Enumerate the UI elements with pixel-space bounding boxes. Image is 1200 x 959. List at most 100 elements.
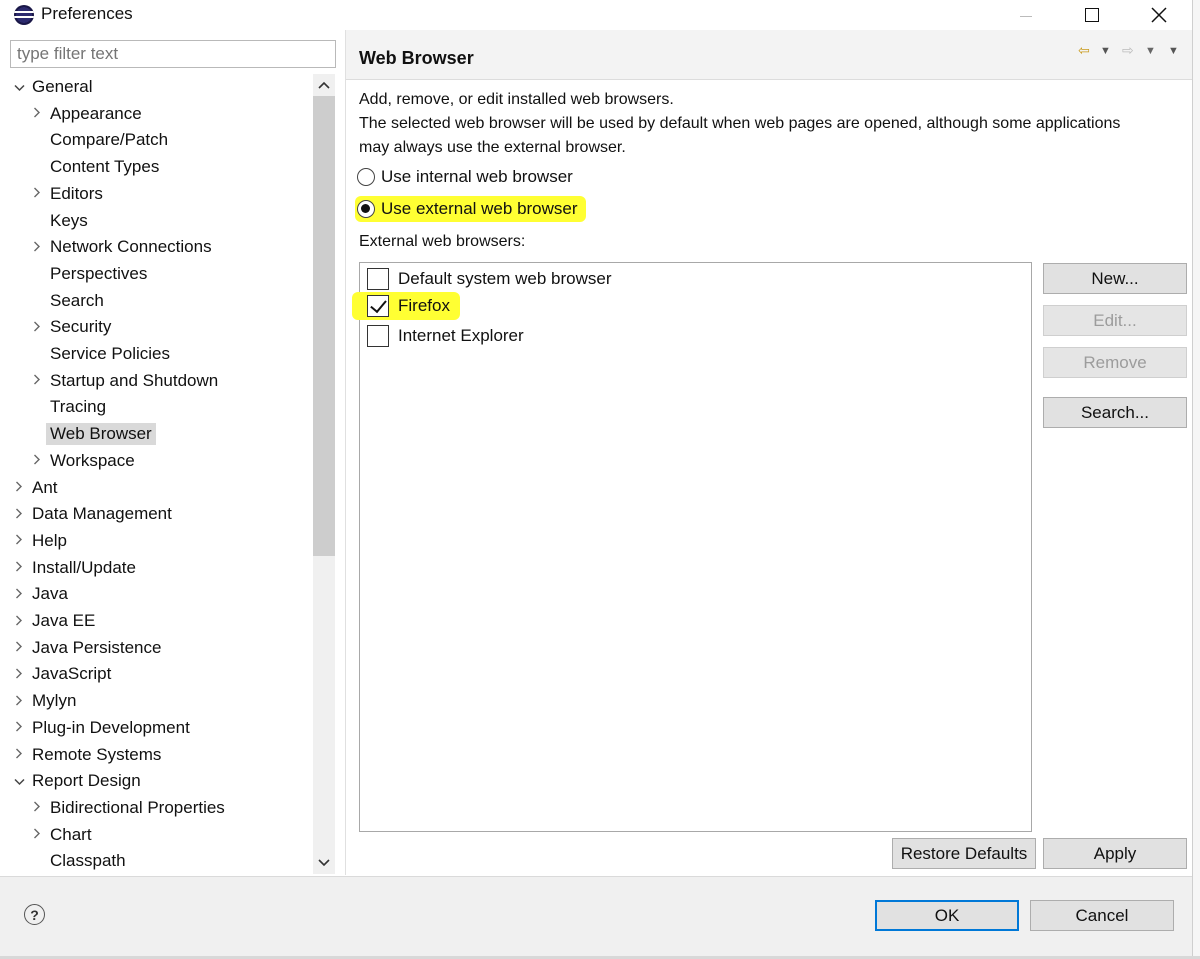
description-line: The selected web browser will be used by…	[359, 115, 1121, 132]
chevron-right-icon[interactable]	[10, 747, 28, 762]
tree-item[interactable]: Web Browser	[28, 421, 156, 447]
tree-item[interactable]: Plug-in Development	[10, 715, 194, 741]
tree-item[interactable]: Data Management	[10, 501, 176, 527]
tree-item-label: Install/Update	[32, 557, 136, 577]
chevron-right-icon[interactable]	[10, 587, 28, 602]
view-menu-chevron-down-icon[interactable]: ▼	[1168, 45, 1179, 57]
window-edge	[1192, 0, 1200, 959]
tree-item[interactable]: Perspectives	[28, 261, 151, 287]
tree-item[interactable]: Workspace	[28, 448, 139, 474]
checkbox-icon[interactable]	[367, 268, 389, 290]
browser-label: Internet Explorer	[398, 326, 524, 345]
browser-row-internet-explorer[interactable]: Internet Explorer	[360, 322, 524, 350]
restore-defaults-button[interactable]: Restore Defaults	[892, 838, 1036, 869]
chevron-right-icon[interactable]	[10, 480, 28, 495]
use-external-browser-radio[interactable]: Use external web browser	[355, 196, 586, 222]
minimize-button[interactable]	[1003, 0, 1049, 30]
tree-item[interactable]: Install/Update	[10, 555, 140, 581]
tree-item[interactable]: Report Design	[10, 768, 145, 794]
chevron-right-icon[interactable]	[28, 453, 46, 468]
tree-item[interactable]: Editors	[28, 181, 107, 207]
filter-input[interactable]	[10, 40, 336, 68]
page-description: Add, remove, or edit installed web brows…	[359, 88, 1179, 160]
chevron-right-icon[interactable]	[10, 560, 28, 575]
tree-item[interactable]: Java Persistence	[10, 635, 165, 661]
apply-button[interactable]: Apply	[1043, 838, 1187, 869]
help-icon[interactable]: ?	[24, 904, 45, 925]
chevron-right-icon[interactable]	[10, 720, 28, 735]
tree-item-label: Security	[50, 317, 112, 337]
browser-row-default-system[interactable]: Default system web browser	[360, 265, 612, 293]
tree-item-label: Web Browser	[46, 423, 156, 446]
scroll-down-icon[interactable]	[313, 852, 335, 874]
tree-item[interactable]: Java EE	[10, 608, 99, 634]
use-external-browser-label: Use external web browser	[381, 199, 578, 218]
tree-item-label: Report Design	[32, 771, 141, 791]
tree-item[interactable]: Ant	[10, 475, 62, 501]
tree-item[interactable]: Chart	[28, 822, 96, 848]
maximize-button[interactable]	[1069, 0, 1115, 30]
ok-button[interactable]: OK	[875, 900, 1019, 931]
tree-item-label: Plug-in Development	[32, 717, 190, 737]
tree-item[interactable]: Service Policies	[28, 341, 174, 367]
forward-arrow-icon[interactable]: ⇨	[1122, 42, 1134, 59]
tree-item[interactable]: Keys	[28, 208, 92, 234]
tree-item[interactable]: Classpath	[28, 848, 130, 874]
chevron-right-icon[interactable]	[28, 320, 46, 335]
tree-item-label: Chart	[50, 824, 92, 844]
tree-item[interactable]: Help	[10, 528, 71, 554]
back-arrow-icon[interactable]: ⇦	[1078, 42, 1090, 59]
tree-item[interactable]: Mylyn	[10, 688, 80, 714]
chevron-right-icon[interactable]	[10, 640, 28, 655]
tree-item[interactable]: Security	[28, 314, 115, 340]
use-internal-browser-radio[interactable]: Use internal web browser	[357, 164, 573, 190]
tree-item[interactable]: Search	[28, 288, 108, 314]
checkbox-checked-icon[interactable]	[367, 295, 389, 317]
tree-item[interactable]: Startup and Shutdown	[28, 368, 222, 394]
close-icon	[1151, 7, 1167, 23]
page-navigation: ⇦ ▼ ⇨ ▼ ▼	[1076, 42, 1186, 62]
tree-item-label: General	[32, 77, 93, 96]
tree-item[interactable]: Tracing	[28, 394, 110, 420]
browser-label: Firefox	[398, 296, 450, 315]
chevron-right-icon[interactable]	[10, 507, 28, 522]
radio-off-icon	[357, 168, 375, 186]
chevron-down-icon[interactable]	[10, 80, 28, 95]
tree-item-label: Remote Systems	[32, 744, 162, 764]
checkbox-icon[interactable]	[367, 325, 389, 347]
remove-button[interactable]: Remove	[1043, 347, 1187, 378]
chevron-right-icon[interactable]	[10, 667, 28, 682]
chevron-down-icon[interactable]	[10, 774, 28, 789]
chevron-right-icon[interactable]	[10, 694, 28, 709]
edit-button[interactable]: Edit...	[1043, 305, 1187, 336]
chevron-right-icon[interactable]	[28, 240, 46, 255]
tree-item[interactable]: General	[10, 74, 96, 100]
tree-scrollbar-thumb[interactable]	[313, 96, 335, 556]
tree-item-label: Java EE	[32, 611, 96, 630]
tree-item[interactable]: Remote Systems	[10, 742, 165, 768]
back-menu-chevron-down-icon[interactable]: ▼	[1100, 45, 1111, 57]
tree-item[interactable]: Compare/Patch	[28, 127, 172, 153]
tree-item[interactable]: Content Types	[28, 154, 163, 180]
forward-menu-chevron-down-icon[interactable]: ▼	[1145, 45, 1156, 57]
tree-item[interactable]: Java	[10, 581, 72, 607]
scroll-up-icon[interactable]	[313, 74, 335, 96]
tree-item[interactable]: Appearance	[28, 101, 146, 127]
chevron-right-icon[interactable]	[10, 533, 28, 548]
chevron-right-icon[interactable]	[28, 800, 46, 815]
tree-item[interactable]: Bidirectional Properties	[28, 795, 229, 821]
close-button[interactable]	[1136, 0, 1182, 30]
search-button[interactable]: Search...	[1043, 397, 1187, 428]
tree-item-label: Workspace	[50, 450, 135, 470]
chevron-right-icon[interactable]	[28, 186, 46, 201]
chevron-right-icon[interactable]	[28, 373, 46, 388]
chevron-right-icon[interactable]	[28, 827, 46, 842]
new-button[interactable]: New...	[1043, 263, 1187, 294]
tree-item[interactable]: Network Connections	[28, 234, 216, 260]
tree-item[interactable]: JavaScript	[10, 661, 115, 687]
chevron-right-icon[interactable]	[28, 106, 46, 121]
cancel-button[interactable]: Cancel	[1030, 900, 1174, 931]
eclipse-logo-icon	[14, 5, 34, 25]
browser-row-firefox[interactable]: Firefox	[352, 292, 460, 320]
chevron-right-icon[interactable]	[10, 614, 28, 629]
